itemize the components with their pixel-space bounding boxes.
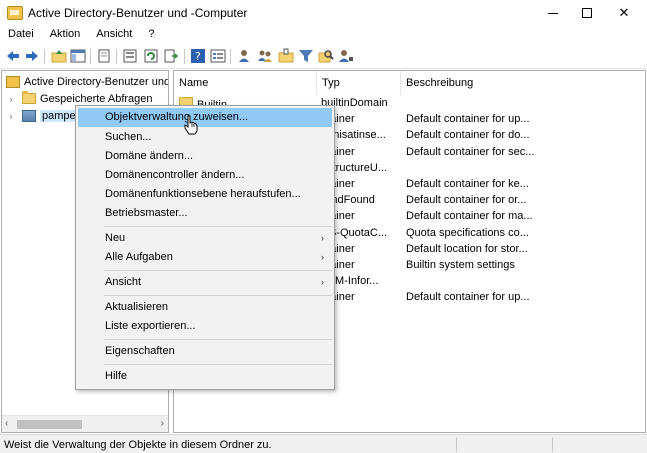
menu-item-label: Domänenfunktionsebene heraufstufen... — [105, 188, 301, 200]
find-icon[interactable] — [318, 48, 334, 64]
menu-item-label: Neu — [105, 232, 126, 244]
ad-root-icon — [6, 75, 20, 88]
export-list-icon[interactable] — [163, 48, 179, 64]
menu-item-all-tasks[interactable]: Alle Aufgaben › — [78, 248, 332, 267]
folder-icon — [22, 91, 36, 104]
menu-aktion[interactable]: Aktion — [42, 26, 89, 44]
close-button[interactable]: ✕ — [601, 0, 647, 26]
tree-item-ad-root[interactable]: Active Directory-Benutzer und - — [6, 73, 169, 90]
menu-item-change-dc[interactable]: Domänencontroller ändern... — [78, 166, 332, 185]
menu-item-refresh[interactable]: Aktualisieren — [78, 298, 332, 317]
cell-description: Default container for sec... — [406, 145, 535, 158]
toolbar: ? — [0, 44, 647, 69]
menu-item-label: Hilfe — [105, 370, 128, 382]
menu-item-raise-functional-level[interactable]: Domänenfunktionsebene heraufstufen... — [78, 185, 332, 204]
menu-datei[interactable]: Datei — [0, 26, 42, 44]
new-user-icon[interactable] — [236, 48, 252, 64]
menu-item-help[interactable]: Hilfe — [78, 367, 332, 386]
cell-description: Default container for or... — [406, 194, 527, 207]
submenu-arrow-icon: › — [321, 277, 324, 287]
window-title: Active Directory-Benutzer und -Computer — [28, 6, 248, 20]
menu-item-find[interactable]: Suchen... — [78, 128, 332, 147]
maximize-icon — [582, 8, 592, 18]
up-folder-icon[interactable] — [51, 48, 67, 64]
new-ou-icon[interactable] — [278, 48, 294, 64]
submenu-arrow-icon: › — [321, 233, 324, 243]
menu-item-view[interactable]: Ansicht › — [78, 273, 332, 292]
cell-description: Default container for ma... — [406, 210, 533, 223]
svg-text:?: ? — [195, 50, 201, 63]
column-header-type[interactable]: Typ — [317, 71, 401, 95]
details-view-icon[interactable] — [210, 48, 226, 64]
cell-description: Default container for up... — [406, 291, 530, 304]
ad-app-icon — [7, 6, 23, 20]
menu-item-label: Aktualisieren — [105, 301, 168, 313]
tree-item-label: Active Directory-Benutzer und - — [24, 75, 169, 88]
status-text: Weist die Verwaltung der Objekte in dies… — [4, 439, 272, 451]
help-icon[interactable]: ? — [190, 48, 206, 64]
scroll-right-icon[interactable]: › — [161, 418, 164, 429]
back-arrow-icon[interactable] — [5, 48, 21, 64]
cell-description: Default container for do... — [406, 129, 530, 142]
cell-description: Default container for up... — [406, 113, 530, 126]
new-group-icon[interactable] — [257, 48, 273, 64]
hand-cursor-icon — [184, 115, 198, 135]
properties-icon[interactable] — [122, 48, 138, 64]
refresh-icon[interactable] — [143, 48, 159, 64]
minimize-icon — [548, 12, 558, 14]
menu-item-label: Alle Aufgaben — [105, 251, 173, 263]
title-bar: Active Directory-Benutzer und -Computer … — [0, 0, 647, 26]
column-header-name[interactable]: Name — [174, 71, 317, 95]
add-to-group-icon[interactable] — [338, 48, 354, 64]
horizontal-scrollbar[interactable]: ‹ › — [2, 415, 168, 432]
status-bar: Weist die Verwaltung der Objekte in dies… — [0, 434, 647, 453]
chevron-right-icon[interactable]: › — [6, 111, 16, 121]
chevron-right-icon[interactable]: › — [6, 94, 16, 104]
submenu-arrow-icon: › — [321, 252, 324, 262]
menu-help[interactable]: ? — [140, 26, 162, 44]
context-menu: Objektverwaltung zuweisen... Suchen... D… — [75, 105, 335, 390]
menu-ansicht[interactable]: Ansicht — [88, 26, 140, 44]
tree-item-pamper-domain[interactable]: › pamper — [6, 107, 82, 124]
menu-item-label: Objektverwaltung zuweisen... — [105, 111, 249, 123]
scroll-left-icon[interactable]: ‹ — [5, 418, 8, 429]
menu-item-label: Suchen... — [105, 131, 152, 143]
menu-item-label: Domäne ändern... — [105, 150, 194, 162]
menu-bar: Datei Aktion Ansicht ? — [0, 26, 647, 44]
menu-item-change-domain[interactable]: Domäne ändern... — [78, 147, 332, 166]
domain-icon — [22, 109, 36, 122]
cell-description: Default location for stor... — [406, 242, 528, 255]
menu-item-label: Betriebsmaster... — [105, 207, 188, 219]
menu-item-label: Domänencontroller ändern... — [105, 169, 245, 181]
menu-item-delegate-control[interactable]: Objektverwaltung zuweisen... — [78, 108, 332, 127]
menu-item-operations-masters[interactable]: Betriebsmaster... — [78, 204, 332, 223]
copy-icon[interactable] — [96, 48, 112, 64]
menu-item-new[interactable]: Neu › — [78, 229, 332, 248]
filter-icon[interactable] — [298, 48, 314, 64]
menu-item-label: Eigenschaften — [105, 345, 175, 357]
close-icon: ✕ — [618, 5, 630, 20]
menu-item-label: Liste exportieren... — [105, 320, 196, 332]
tree-item-label: Gespeicherte Abfragen — [40, 92, 153, 105]
column-header-description[interactable]: Beschreibung — [401, 71, 645, 95]
cell-description: Quota specifications co... — [406, 226, 529, 239]
show-hide-console-tree-icon[interactable] — [70, 48, 86, 64]
menu-item-export-list[interactable]: Liste exportieren... — [78, 317, 332, 336]
cell-description: Default container for ke... — [406, 178, 529, 190]
menu-item-properties[interactable]: Eigenschaften — [78, 342, 332, 361]
cell-description: Builtin system settings — [406, 259, 515, 271]
menu-item-label: Ansicht — [105, 276, 142, 288]
scrollbar-thumb[interactable] — [17, 420, 82, 429]
forward-arrow-icon[interactable] — [24, 48, 40, 64]
